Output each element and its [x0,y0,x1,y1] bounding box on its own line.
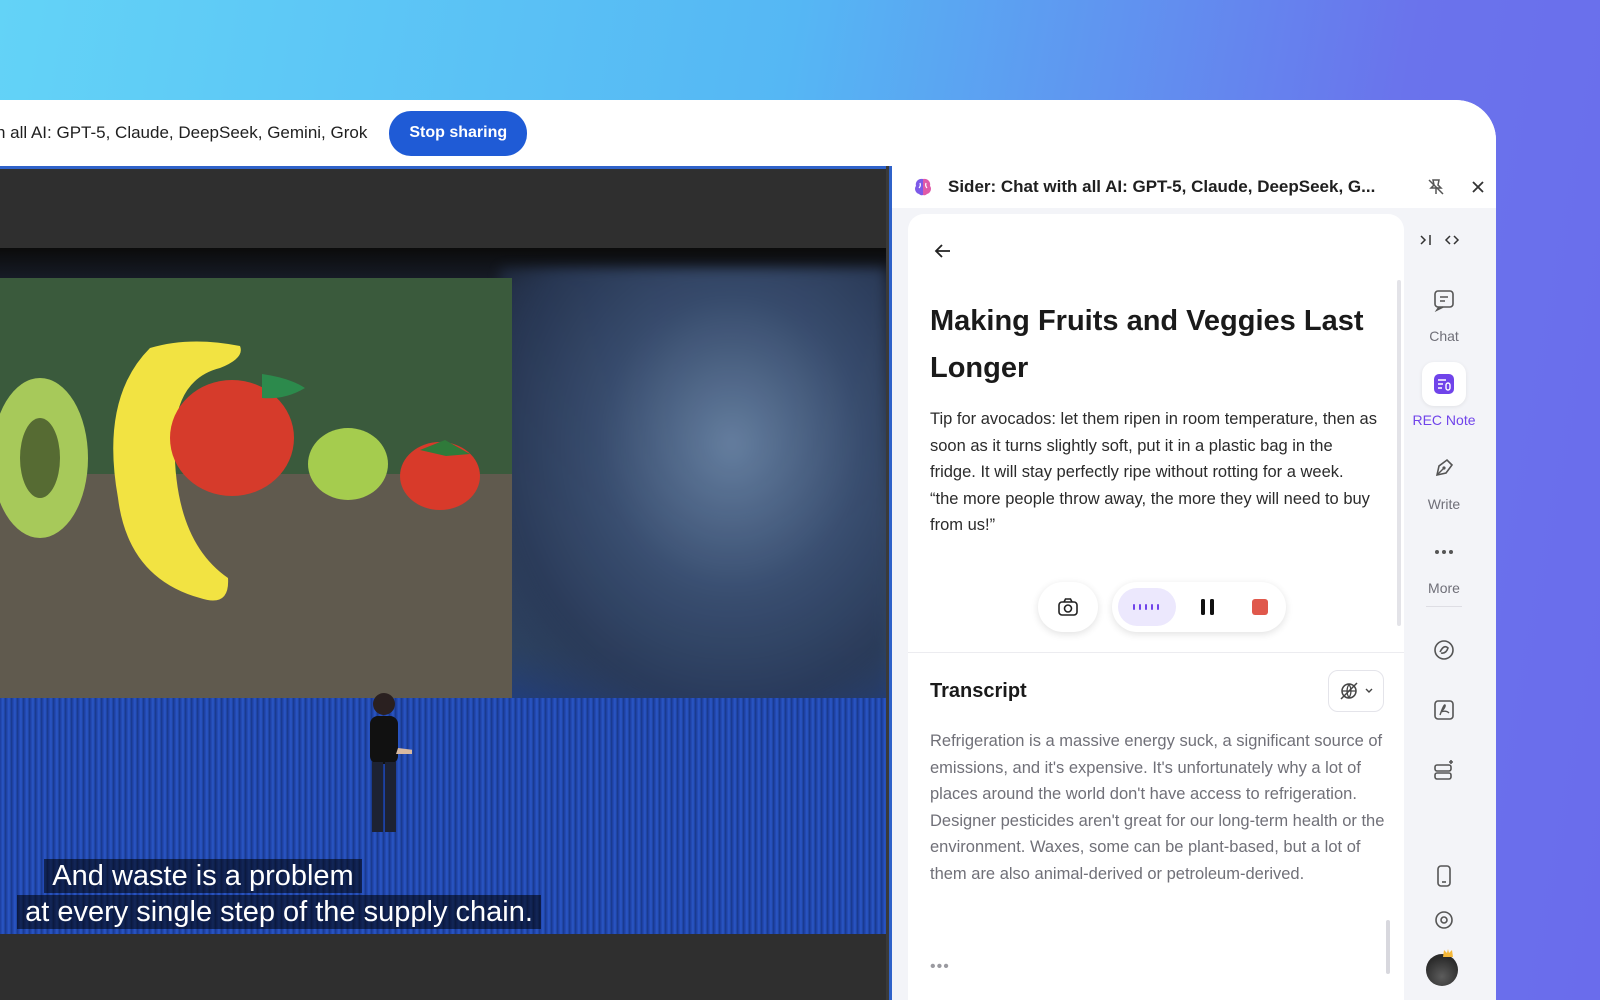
note-scrollbar[interactable] [1397,280,1401,626]
user-avatar[interactable] [1426,954,1458,986]
browser-window: h all AI: GPT-5, Claude, DeepSeek, Gemin… [0,100,1496,1000]
stage-screen [0,278,512,698]
rail-item-rec-note[interactable]: REC Note [1404,362,1484,428]
note-body-paragraph-1: Tip for avocados: let them ripen in room… [930,410,1377,481]
rail-item-more[interactable]: More [1404,530,1484,596]
screen-share-bar: h all AI: GPT-5, Claude, DeepSeek, Gemin… [0,100,1496,166]
recording-controls [1038,582,1286,632]
wisebase-icon[interactable] [1432,758,1456,782]
transcript-paragraph-2: Designer pesticides aren't great for our… [930,811,1385,883]
settings-icon[interactable] [1432,908,1456,932]
more-icon [1435,550,1453,554]
pause-icon [1201,599,1214,615]
subtitle-text-2: at every single step of the supply chain… [17,895,541,929]
note-title: Making Fruits and Veggies Last Longer [930,305,1364,384]
audio-wave-button[interactable] [1118,588,1176,626]
back-arrow-icon[interactable] [932,240,954,262]
transcript-heading: Transcript [930,680,1027,702]
premium-crown-icon [1443,949,1453,957]
chevron-down-icon [1365,688,1373,693]
camera-icon [1058,598,1078,616]
rail-item-chat[interactable]: Chat [1404,278,1484,344]
rail-divider [1426,606,1462,607]
close-icon[interactable] [1469,178,1487,196]
transcript-more-indicator: ••• [930,958,950,975]
subtitle-line-2: at every single step of the supply chain… [0,895,722,929]
rail-label-chat: Chat [1429,328,1459,344]
note-body-paragraph-2: “the more people throw away, the more th… [930,489,1370,535]
stop-sharing-button[interactable]: Stop sharing [389,110,528,156]
expand-code-icon[interactable] [1444,232,1460,248]
sider-brain-icon [915,178,931,196]
recording-group [1112,582,1286,632]
sider-panel: Sider: Chat with all AI: GPT-5, Claude, … [892,166,1496,1000]
screenshot-button[interactable] [1038,582,1098,632]
speaker-figure [370,693,412,832]
collapse-panel-icon[interactable] [1418,232,1434,248]
translate-off-icon [1340,682,1358,700]
transcript-body[interactable]: Refrigeration is a massive energy suck, … [930,728,1390,887]
panel-titlebar: Sider: Chat with all AI: GPT-5, Claude, … [892,166,1496,208]
rec-note-icon [1434,374,1454,394]
rail-label-more: More [1428,580,1460,596]
fruits-illustration [0,341,480,601]
transcript-paragraph-1: Refrigeration is a massive energy suck, … [930,732,1383,803]
rail-top-controls [1418,232,1460,248]
write-icon [1435,458,1454,477]
transcript-options-button[interactable] [1328,670,1384,712]
chat-icon [1434,290,1454,312]
rail-item-write[interactable]: Write [1404,446,1484,512]
panel-title: Sider: Chat with all AI: GPT-5, Claude, … [948,177,1376,196]
pdf-icon[interactable] [1432,698,1456,722]
pause-button[interactable] [1188,588,1228,626]
audio-wave-icon [1133,604,1159,610]
section-divider [908,652,1404,653]
rail-label-rec-note: REC Note [1412,412,1476,428]
stage-backdrop [500,268,886,708]
transcript-scrollbar[interactable] [1386,920,1390,974]
mobile-app-icon[interactable] [1432,864,1456,888]
rec-note-card: Making Fruits and Veggies Last Longer Ti… [908,214,1404,1000]
sider-sidebar-rail: Chat REC Note Write More [1404,214,1484,1000]
share-bar-text: h all AI: GPT-5, Claude, DeepSeek, Gemin… [0,123,368,142]
unpin-icon[interactable] [1427,178,1445,196]
note-body[interactable]: Tip for avocados: let them ripen in room… [930,406,1378,539]
ai-tools-icon[interactable] [1432,638,1456,662]
subtitle-text-1: And waste is a problem [44,859,362,893]
stop-recording-button[interactable] [1240,588,1280,626]
video-player[interactable]: And waste is a problem at every single s… [0,166,892,1000]
subtitle-line-1: And waste is a problem [0,859,646,893]
video-frame-image: And waste is a problem at every single s… [0,248,886,934]
rail-label-write: Write [1427,496,1461,512]
stop-square-icon [1252,599,1268,615]
